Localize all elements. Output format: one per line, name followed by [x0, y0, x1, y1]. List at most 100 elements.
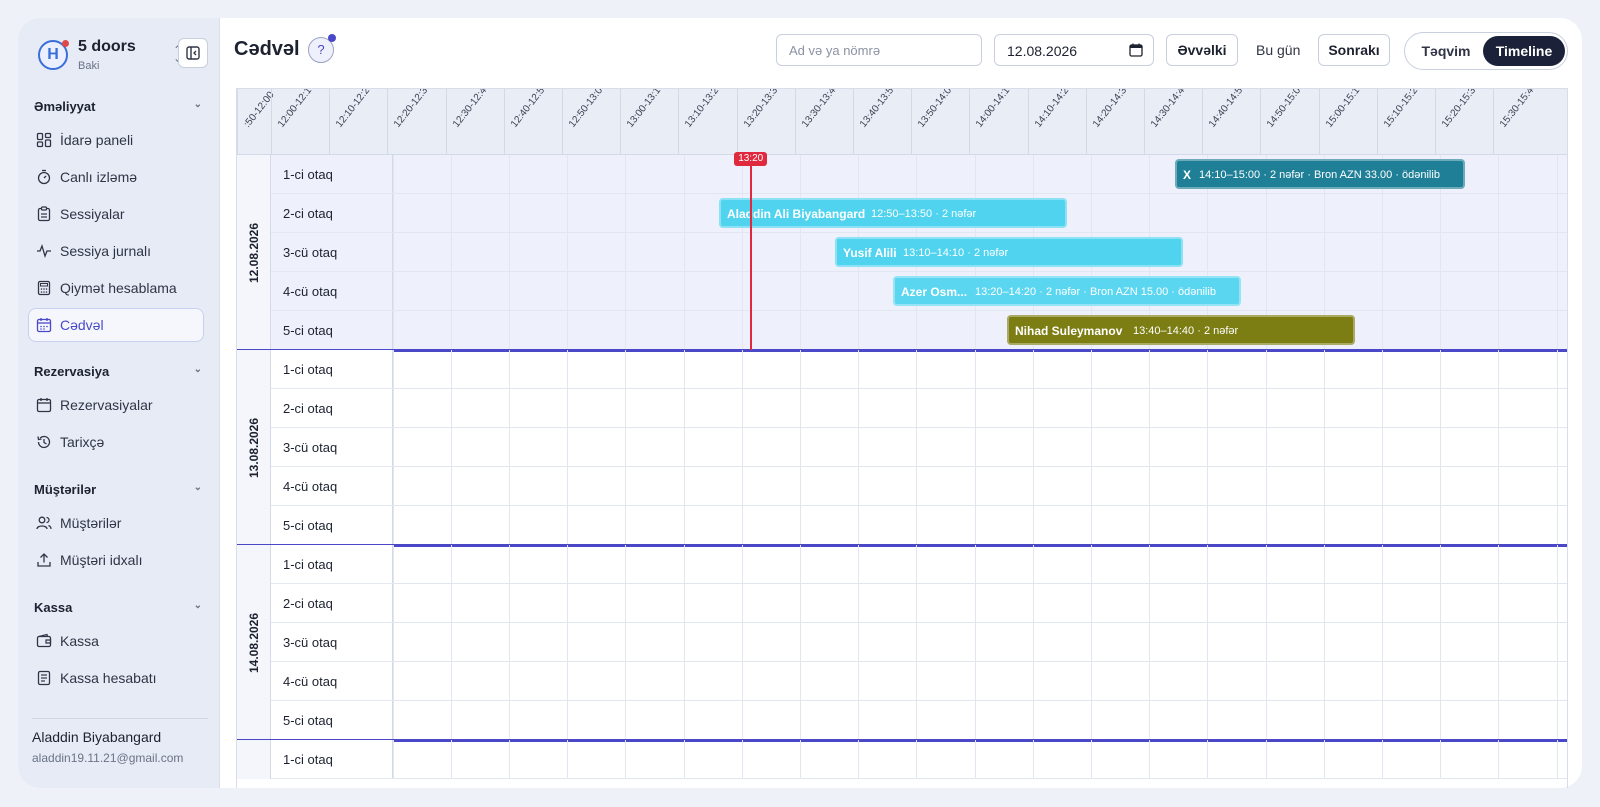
room-label[interactable]: 5-ci otaq [271, 506, 393, 545]
sidebar-item-reservations[interactable]: Rezervasiyalar [28, 388, 204, 422]
timeline-row[interactable] [393, 506, 1567, 545]
nav-section-musteriler[interactable]: Müştərilər ⌄ [34, 482, 206, 497]
view-timeline-tab[interactable]: Timeline [1483, 36, 1565, 66]
room-label[interactable]: 5-ci otaq [271, 311, 393, 350]
timeline-row[interactable] [393, 623, 1567, 662]
room-name: 3-cü otaq [283, 635, 338, 650]
nav-section-emeliyyat[interactable]: Əməliyyat ⌄ [34, 99, 206, 114]
calculator-icon [37, 280, 51, 296]
time-header: :50-12:00 12:00-12:10 12:10-12:20 12:20-12:… [237, 88, 1567, 155]
timeline-row[interactable] [393, 584, 1567, 623]
collapse-sidebar-button[interactable] [178, 38, 208, 68]
room-name: 2-ci otaq [283, 596, 333, 611]
booking-block[interactable]: X 14:10–15:00 · 2 nəfər · Bron AZN 33.00 … [1175, 159, 1465, 189]
room-label[interactable]: 2-ci otaq [271, 584, 393, 623]
next-button[interactable]: Sonrakı [1318, 34, 1390, 66]
booking-block[interactable]: Azer Osm... 13:20–14:20 · 2 nəfər · Bron … [893, 276, 1241, 306]
sidebar-item-history[interactable]: Tarixçə [28, 425, 204, 459]
date-label-column: 14.08.2026 [237, 545, 271, 740]
timeline-row[interactable] [393, 311, 1567, 350]
grid-line [1556, 545, 1558, 740]
grid-line [683, 740, 685, 779]
calendar-icon [36, 318, 52, 333]
nav-section-kassa[interactable]: Kassa ⌄ [34, 600, 206, 615]
room-label[interactable]: 3-cü otaq [271, 233, 393, 272]
sidebar-item-label: Sessiya jurnalı [60, 243, 152, 259]
sidebar-item-sessions[interactable]: Sessiyalar [28, 197, 204, 231]
room-name: 4-cü otaq [283, 674, 338, 689]
nav-section-title: Əməliyyat [34, 99, 96, 114]
chevron-down-icon: ⌄ [193, 600, 202, 611]
time-tick: 13:10-13:20 [678, 89, 736, 155]
grid-line [1381, 350, 1383, 545]
date-picker[interactable]: 12.08.2026 [994, 34, 1154, 66]
grid-line [1149, 350, 1151, 545]
timeline-row[interactable] [393, 389, 1567, 428]
sidebar-item-cashbox[interactable]: Kassa [28, 624, 204, 658]
room-label[interactable]: 4-cü otaq [271, 272, 393, 311]
timeline-row[interactable] [393, 350, 1567, 389]
sidebar-item-customer-import[interactable]: Müştəri idxalı [28, 543, 204, 577]
room-label[interactable]: 4-cü otaq [271, 662, 393, 701]
timeline-row[interactable] [393, 545, 1567, 584]
room-label[interactable]: 1-ci otaq [271, 155, 393, 194]
nav-section-rezervasiya[interactable]: Rezervasiya ⌄ [34, 364, 206, 379]
grid-line [1323, 740, 1325, 779]
timer-icon [37, 169, 51, 185]
view-calendar-tab[interactable]: Təqvim [1409, 36, 1483, 66]
timeline-row[interactable] [393, 740, 1567, 779]
grid-line [508, 545, 510, 740]
room-label[interactable]: 1-ci otaq [271, 350, 393, 389]
room-label[interactable]: 4-cü otaq [271, 467, 393, 506]
today-button[interactable]: Bu gün [1256, 34, 1300, 66]
room-label[interactable]: 2-ci otaq [271, 194, 393, 233]
booking-block[interactable]: Aladdin Ali Biyabangard 12:50–13:50 · 2 n… [719, 198, 1067, 228]
grid-line [1149, 545, 1151, 740]
time-tick: 15:10-15:20 [1376, 89, 1435, 155]
time-tick-label: 12:40-12:50 [508, 88, 551, 130]
sidebar-item-customers[interactable]: Müştərilər [28, 506, 204, 540]
user-profile[interactable]: Aladdin Biyabangard aladdin19.11.21@gmai… [32, 718, 208, 765]
room-label[interactable]: 1-ci otaq [271, 740, 393, 779]
calendar-icon[interactable] [1129, 43, 1143, 57]
sidebar-item-live[interactable]: Canlı izləmə [28, 160, 204, 194]
timeline-row[interactable] [393, 662, 1567, 701]
grid-line [450, 155, 452, 350]
room-label[interactable]: 3-cü otaq [271, 623, 393, 662]
timeline-row[interactable] [393, 701, 1567, 740]
nav-section-title: Kassa [34, 600, 73, 615]
current-time-badge: 13:20 [734, 152, 768, 166]
sidebar-item-dashboard[interactable]: İdarə paneli [28, 123, 204, 157]
room-label[interactable]: 2-ci otaq [271, 389, 393, 428]
room-label[interactable]: 1-ci otaq [271, 545, 393, 584]
room-name: 1-ci otaq [283, 362, 333, 377]
group-date: 14.08.2026 [246, 612, 261, 673]
room-name: 1-ci otaq [283, 557, 333, 572]
grid-line [1090, 545, 1092, 740]
grid-line [1207, 740, 1209, 779]
booking-block[interactable]: Nihad Suleymanov 13:40–14:40 · 2 nəfər [1007, 315, 1355, 345]
grid-line [567, 350, 569, 545]
time-tick-label: 14:20-14:30 [1090, 88, 1133, 130]
sidebar-item-label: Kassa hesabatı [60, 670, 157, 686]
time-tick-label: 14:50-15:00 [1265, 88, 1307, 130]
time-tick-label: 12:10-12:20 [334, 88, 376, 130]
booking-name: X [1183, 168, 1192, 182]
sidebar-item-cashbox-report[interactable]: Kassa hesabatı [28, 661, 204, 695]
room-label[interactable]: 3-cü otaq [271, 428, 393, 467]
booking-block[interactable]: Yusif Alili 13:10–14:10 · 2 nəfər [835, 237, 1183, 267]
question-icon: ? [317, 42, 325, 57]
search-input[interactable] [776, 34, 982, 66]
sidebar-item-schedule[interactable]: Cədvəl [28, 308, 204, 342]
sidebar-item-label: Kassa [60, 633, 99, 649]
grid-line [567, 740, 569, 779]
sidebar-item-pricing[interactable]: Qiymət hesablama [28, 271, 204, 305]
room-name: 1-ci otaq [283, 167, 333, 182]
timeline-row[interactable] [393, 467, 1567, 506]
room-label[interactable]: 5-ci otaq [271, 701, 393, 740]
room-column: 1-ci otaq 2-ci otaq 3-cü otaq 4-cü otaq 5-ci… [271, 155, 393, 350]
timeline-row[interactable] [393, 428, 1567, 467]
sidebar-item-session-log[interactable]: Sessiya jurnalı [28, 234, 204, 268]
prev-button[interactable]: Əvvəlki [1166, 34, 1238, 66]
time-tick: 12:40-12:50 [503, 88, 562, 155]
